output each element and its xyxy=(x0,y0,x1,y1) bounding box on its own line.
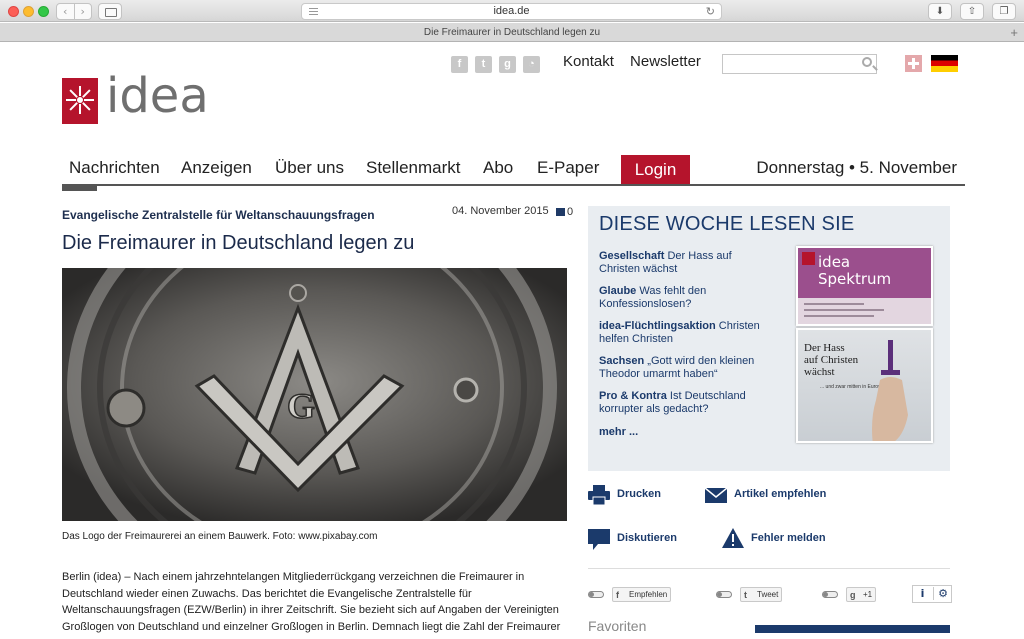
article-kicker: Evangelische Zentralstelle für Weltansch… xyxy=(62,208,375,222)
comment-count[interactable]: 0 xyxy=(556,206,573,218)
gear-icon[interactable]: ⚙ xyxy=(933,587,952,600)
share-settings: i ⚙ xyxy=(912,585,952,603)
site-logo[interactable]: idea xyxy=(62,68,232,128)
envelope-icon xyxy=(705,488,727,503)
cover-story-title: Der Hass auf Christen wächst xyxy=(804,342,859,378)
twitter-share: t Tweet xyxy=(716,587,786,602)
warning-icon xyxy=(722,528,744,548)
social-icons: f t g ◔ xyxy=(451,56,540,73)
more-link[interactable]: mehr ... xyxy=(599,426,638,438)
googleplus-share: g +1 xyxy=(822,587,882,602)
share-icon[interactable]: ⇧ xyxy=(960,3,984,20)
comment-icon xyxy=(556,208,565,216)
cover-logo-icon xyxy=(802,252,815,265)
googleplus-icon[interactable]: g xyxy=(499,56,516,73)
weekly-magazine-box: DIESE WOCHE LESEN SIE Gesellschaft Der H… xyxy=(588,206,950,471)
top-links: Kontakt Newsletter xyxy=(563,53,713,70)
nav-item-anzeigen[interactable]: Anzeigen xyxy=(181,158,252,178)
forward-icon[interactable]: › xyxy=(73,4,92,19)
newsletter-link[interactable]: Newsletter xyxy=(630,53,701,70)
logo-wordmark: idea xyxy=(106,68,209,124)
magazine-cover[interactable]: idea Spektrum xyxy=(796,246,933,326)
magazine-entry[interactable]: Pro & Kontra Ist Deutschland korrupter a… xyxy=(599,390,774,416)
article-headline: Die Freimaurer in Deutschland legen zu xyxy=(62,232,415,254)
printer-icon xyxy=(588,485,610,505)
facebook-icon: f xyxy=(616,590,619,600)
twitter-icon: t xyxy=(744,590,747,600)
info-icon[interactable]: i xyxy=(913,587,932,600)
magazine-cover-story[interactable]: Der Hass auf Christen wächst ... und zwa… xyxy=(796,328,933,443)
download-icon[interactable]: ⬇ xyxy=(928,3,952,20)
close-window-button[interactable] xyxy=(8,6,19,17)
facebook-icon[interactable]: f xyxy=(451,56,468,73)
browser-toolbar: ‹ › idea.de ↻ ⬇ ⇧ ❐ xyxy=(0,0,1024,22)
sidebar-toggle-icon[interactable] xyxy=(98,3,122,20)
current-date: Donnerstag • 5. November xyxy=(756,158,957,177)
active-tab[interactable]: Die Freimaurer in Deutschland legen zu xyxy=(424,27,600,38)
article-date: 04. November 2015 xyxy=(452,205,549,217)
rss-icon[interactable]: ◔ xyxy=(523,56,540,73)
magazine-entry[interactable]: Glaube Was fehlt den Konfessionslosen? xyxy=(599,285,774,311)
photo-caption: Das Logo der Freimaurerei an einem Bauwe… xyxy=(62,531,378,542)
nav-item-nachrichten[interactable]: Nachrichten xyxy=(69,158,160,178)
tab-bar: Die Freimaurer in Deutschland legen zu + xyxy=(0,23,1024,42)
magazine-entry[interactable]: Gesellschaft Der Hass auf Christen wächs… xyxy=(599,250,774,276)
tabs-icon[interactable]: ❐ xyxy=(992,3,1016,20)
login-button[interactable]: Login xyxy=(621,155,690,184)
back-icon[interactable]: ‹ xyxy=(57,4,74,19)
nav-active-indicator xyxy=(62,185,97,191)
article-body: Berlin (idea) – Nach einem jahrzehntelan… xyxy=(62,571,561,633)
nav-item-ueber-uns[interactable]: Über uns xyxy=(275,158,344,178)
twitter-toggle-icon[interactable] xyxy=(716,591,732,598)
new-tab-icon[interactable]: + xyxy=(1010,23,1018,42)
url-text: idea.de xyxy=(493,5,530,17)
favorites-heading: Favoriten xyxy=(588,618,647,634)
box-title: DIESE WOCHE LESEN SIE xyxy=(599,213,855,235)
logo-mark-icon xyxy=(62,78,98,124)
tweet-button[interactable]: t Tweet xyxy=(740,587,783,602)
facebook-like-button[interactable]: f Empfehlen xyxy=(612,587,672,602)
nav-item-abo[interactable]: Abo xyxy=(483,158,513,178)
nav-item-stellenmarkt[interactable]: Stellenmarkt xyxy=(366,158,460,178)
search-input[interactable] xyxy=(722,54,877,74)
minimize-window-button[interactable] xyxy=(23,6,34,17)
swiss-flag-icon[interactable] xyxy=(905,55,922,72)
magazine-entry[interactable]: idea-Flüchtlingsaktion Christen helfen C… xyxy=(599,320,774,346)
googleplus-toggle-icon[interactable] xyxy=(822,591,838,598)
kontakt-link[interactable]: Kontakt xyxy=(563,53,614,70)
speech-bubble-icon xyxy=(588,529,610,550)
plus-one-button[interactable]: g +1 xyxy=(846,587,877,602)
german-flag-icon[interactable] xyxy=(931,55,958,72)
googleplus-icon: g xyxy=(850,590,856,600)
search-icon[interactable] xyxy=(862,57,872,67)
magazine-entry[interactable]: Sachsen „Gott wird den kleinen Theodor u… xyxy=(599,355,774,381)
divider xyxy=(588,568,950,569)
facebook-toggle-icon[interactable] xyxy=(588,591,604,598)
address-bar[interactable]: idea.de ↻ xyxy=(301,3,722,20)
svg-text:G: G xyxy=(287,386,315,426)
web-page: f t g ◔ Kontakt Newsletter idea Nachrich… xyxy=(0,43,1024,639)
nav-item-epaper[interactable]: E-Paper xyxy=(537,158,599,178)
facebook-share: f Empfehlen xyxy=(588,587,678,602)
twitter-icon[interactable]: t xyxy=(475,56,492,73)
main-navigation: Nachrichten Anzeigen Über uns Stellenmar… xyxy=(62,154,965,186)
reload-icon[interactable]: ↻ xyxy=(706,5,715,18)
cover-title: idea Spektrum xyxy=(818,253,892,288)
favorites-bar xyxy=(755,625,950,633)
history-nav: ‹ › xyxy=(56,3,92,20)
zoom-window-button[interactable] xyxy=(38,6,49,17)
article-photo: G xyxy=(62,268,567,521)
